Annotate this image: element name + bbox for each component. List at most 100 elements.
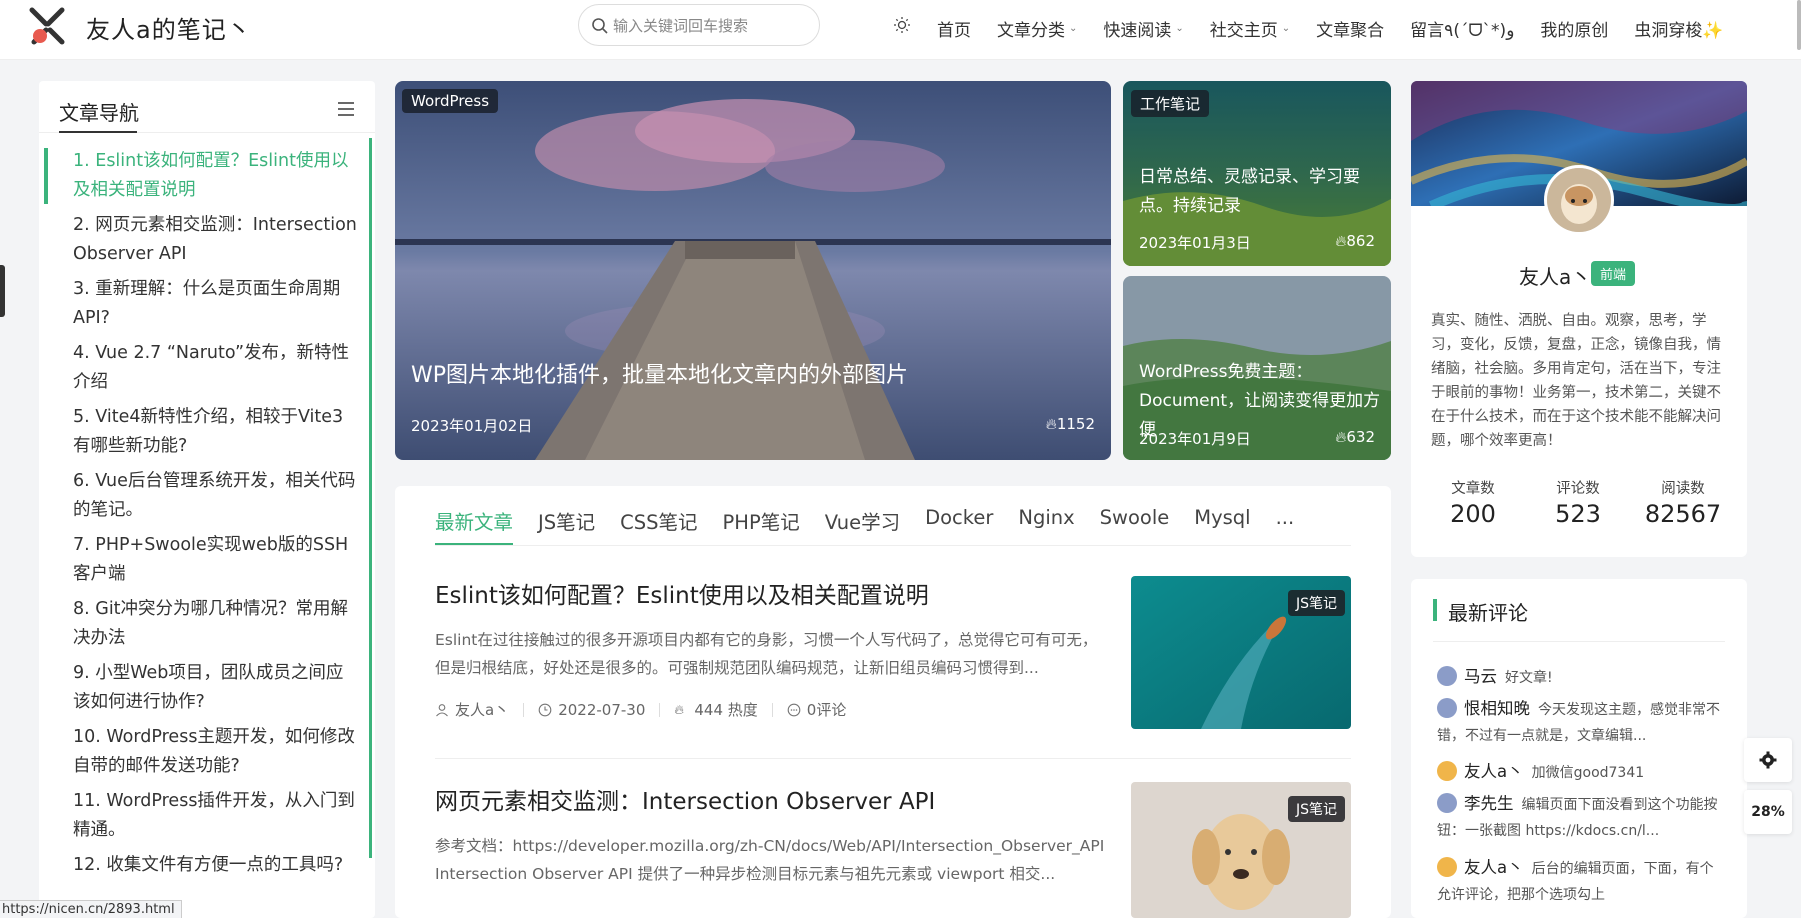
- toc-item[interactable]: 5. Vite4新特性介绍，相较于Vite3有哪些新功能?: [73, 403, 358, 461]
- toc-item[interactable]: 12. 收集文件有方便一点的工具吗?: [73, 851, 358, 880]
- tab-php[interactable]: PHP笔记: [723, 506, 800, 536]
- comments-divider: [1433, 641, 1725, 642]
- post-title[interactable]: 网页元素相交监测：Intersection Observer API: [435, 782, 935, 816]
- nav-wormhole[interactable]: 虫洞穿梭✨: [1634, 14, 1723, 42]
- site-header: 友人a的笔记丶 首页 文章分类⌄ 快速阅读⌄ 社交主页⌄ 文章聚合 留言٩(ˊᗜ…: [0, 0, 1801, 60]
- comment-item[interactable]: 李先生 编辑页面下面没看到这个功能按钮：一张截图 https://kdocs.cn…: [1437, 791, 1727, 844]
- post-thumbnail[interactable]: JS笔记: [1131, 576, 1351, 729]
- nav-quick-read[interactable]: 快速阅读 ⌄: [1103, 14, 1183, 42]
- nav-original[interactable]: 我的原创: [1540, 14, 1608, 42]
- post-item[interactable]: Eslint该如何配置？Eslint使用以及相关配置说明 Eslint在过往接触…: [435, 576, 1351, 736]
- site-name[interactable]: 友人a的笔记丶: [86, 10, 252, 45]
- left-edge-tab[interactable]: [0, 265, 5, 317]
- site-logo-icon[interactable]: [26, 6, 68, 48]
- featured-post-title[interactable]: WP图片本地化插件，批量本地化文章内的外部图片: [411, 361, 908, 391]
- theme-toggle-sun-icon[interactable]: [893, 16, 911, 34]
- toc-item[interactable]: 2. 网页元素相交监测：Intersection Observer API: [73, 211, 358, 269]
- tab-latest[interactable]: 最新文章: [435, 506, 513, 536]
- comment-item[interactable]: 友人a丶 后台的编辑页面，下面，有个允许评论，把那个选项勾上: [1437, 855, 1727, 911]
- status-bar-url: https://nicen.cn/2893.html: [0, 900, 182, 918]
- fire-icon: 🔥︎: [1335, 428, 1347, 446]
- side-post-card[interactable]: WordPress免费主题：Document，让阅读变得更加方便 2023年01…: [1123, 276, 1391, 460]
- side-post-title[interactable]: 日常总结、灵感记录、学习要点。持续记录: [1139, 163, 1379, 221]
- tab-css[interactable]: CSS笔记: [620, 506, 697, 536]
- toc-list: 1. Eslint该如何配置？Eslint使用以及相关配置说明 2. 网页元素相…: [73, 147, 358, 886]
- main-nav: 首页 文章分类 ⌄ 快速阅读 ⌄ 社交主页 ⌄ 文章聚合 留言٩(ˊᗜˋ*)و 我的原…: [937, 14, 1724, 42]
- page-scrollbar[interactable]: [1797, 0, 1801, 50]
- post-item[interactable]: 网页元素相交监测：Intersection Observer API 参考文档：…: [435, 782, 1351, 918]
- post-title[interactable]: Eslint该如何配置？Eslint使用以及相关配置说明: [435, 576, 929, 610]
- featured-post-card[interactable]: WordPress WP图片本地化插件，批量本地化文章内的外部图片 2023年0…: [395, 81, 1111, 460]
- menu-icon[interactable]: [337, 101, 355, 117]
- post-list-panel: 最新文章 JS笔记 CSS笔记 PHP笔记 Vue学习 Docker Nginx…: [395, 486, 1391, 918]
- search-input[interactable]: [613, 13, 809, 39]
- side-post-views: 🔥︎862: [1335, 232, 1375, 250]
- comment-item[interactable]: 恨相知晚 今天发现这主题，感觉非常不错，不过有一点就是，文章编辑...: [1437, 696, 1727, 749]
- nav-aggregation[interactable]: 文章聚合: [1316, 14, 1384, 42]
- comment-item[interactable]: 马云 好文章!: [1437, 664, 1727, 691]
- author-name[interactable]: 友人a丶: [1519, 261, 1591, 290]
- search-box[interactable]: [578, 4, 820, 46]
- author-profile-card: 友人a丶 前端 真实、随性、洒脱、自由。观察，思考，学习，变化，反馈，复盘，正念…: [1411, 81, 1747, 557]
- avatar-image: [1547, 168, 1611, 232]
- toc-item[interactable]: 7. PHP+Swoole实现web版的SSH客户端: [73, 531, 358, 589]
- commenter-name[interactable]: 恨相知晚: [1464, 699, 1530, 718]
- toc-item[interactable]: 10. WordPress主题开发，如何修改自带的邮件发送功能?: [73, 723, 358, 781]
- category-tag[interactable]: 工作笔记: [1131, 90, 1210, 117]
- meta-separator: [523, 702, 525, 717]
- latest-comments-card: 最新评论 马云 好文章! 恨相知晚 今天发现这主题，感觉非常不错，不过有一点就是，文…: [1411, 579, 1747, 918]
- tab-mysql[interactable]: Mysql: [1194, 506, 1250, 536]
- comment-text[interactable]: 加微信good7341: [1532, 765, 1645, 781]
- tab-swoole[interactable]: Swoole: [1100, 506, 1170, 536]
- toc-item[interactable]: 8. Git冲突分为哪几种情况？常用解决办法: [73, 595, 358, 653]
- scroll-progress-button[interactable]: 28%: [1744, 790, 1792, 834]
- commenter-name[interactable]: 马云: [1464, 667, 1497, 686]
- side-post-card[interactable]: 工作笔记 日常总结、灵感记录、学习要点。持续记录 2023年01月3日 🔥︎86…: [1123, 81, 1391, 266]
- settings-button[interactable]: [1744, 738, 1792, 782]
- nav-guestbook[interactable]: 留言٩(ˊᗜˋ*)و: [1410, 14, 1514, 42]
- post-heat: 444 热度: [694, 701, 758, 719]
- post-thumbnail[interactable]: JS笔记: [1131, 782, 1351, 918]
- commenter-name[interactable]: 友人a丶: [1464, 858, 1524, 877]
- tab-docker[interactable]: Docker: [925, 506, 993, 536]
- tab-vue[interactable]: Vue学习: [825, 506, 900, 536]
- category-tag[interactable]: JS笔记: [1287, 590, 1345, 616]
- stat-comments: 评论数 523: [1555, 481, 1601, 528]
- stat-articles: 文章数 200: [1450, 481, 1496, 528]
- chevron-down-icon: ⌄: [1281, 22, 1291, 34]
- side-post-date: 2023年01月3日: [1139, 234, 1251, 252]
- post-comment-count[interactable]: 0评论: [807, 699, 847, 720]
- commenter-avatar: [1437, 793, 1457, 813]
- toc-item[interactable]: 6. Vue后台管理系统开发，相关代码的笔记。: [73, 467, 358, 525]
- comment-text[interactable]: 好文章!: [1505, 670, 1553, 686]
- comment-item[interactable]: 友人a丶 加微信good7341: [1437, 759, 1727, 786]
- toc-title-underline: [59, 131, 137, 133]
- toc-item[interactable]: 1. Eslint该如何配置？Eslint使用以及相关配置说明: [73, 147, 358, 205]
- section-accent-bar: [1433, 599, 1437, 621]
- user-icon: [436, 703, 448, 716]
- fire-icon: 🔥︎: [1045, 415, 1057, 433]
- commenter-avatar: [1437, 698, 1457, 718]
- category-tag[interactable]: WordPress: [402, 89, 499, 113]
- tab-js[interactable]: JS笔记: [538, 506, 595, 536]
- tab-nginx[interactable]: Nginx: [1018, 506, 1074, 536]
- nav-categories[interactable]: 文章分类 ⌄: [997, 14, 1077, 42]
- nav-social[interactable]: 社交主页 ⌄: [1210, 14, 1290, 42]
- post-author[interactable]: 友人a丶: [455, 699, 509, 720]
- avatar[interactable]: [1544, 165, 1614, 235]
- post-meta: 友人a丶 2022-07-30 🔥︎ 444 热度 0评论: [435, 699, 846, 720]
- tab-more[interactable]: ...: [1276, 506, 1295, 536]
- toc-item[interactable]: 11. WordPress插件开发，从入门到精通。: [73, 787, 358, 845]
- nav-home[interactable]: 首页: [937, 14, 971, 42]
- toc-scrollbar[interactable]: [369, 138, 372, 858]
- toc-item[interactable]: 9. 小型Web项目，团队成员之间应该如何进行协作?: [73, 659, 358, 717]
- commenter-name[interactable]: 李先生: [1464, 794, 1514, 813]
- category-tabs: 最新文章 JS笔记 CSS笔记 PHP笔记 Vue学习 Docker Nginx…: [435, 506, 1319, 536]
- toc-item[interactable]: 4. Vue 2.7 “Naruto”发布，新特性介绍: [73, 339, 358, 397]
- stat-reads: 阅读数 82567: [1644, 481, 1722, 528]
- article-toc: 文章导航 1. Eslint该如何配置？Eslint使用以及相关配置说明 2. …: [39, 81, 375, 918]
- category-tag[interactable]: JS笔记: [1287, 796, 1345, 822]
- featured-post-date: 2023年01月02日: [411, 417, 533, 435]
- commenter-name[interactable]: 友人a丶: [1464, 762, 1524, 781]
- toc-item[interactable]: 3. 重新理解：什么是页面生命周期API?: [73, 275, 358, 333]
